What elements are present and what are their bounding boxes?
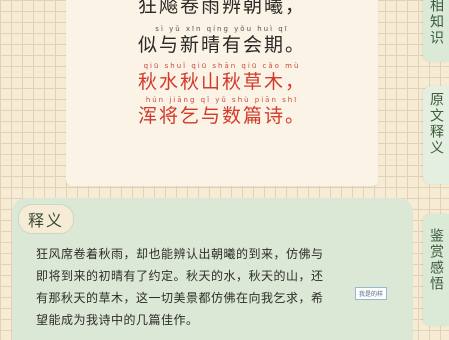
poem-line-text: 似与新晴有会期。 xyxy=(137,34,306,56)
explanation-line: 有那秋天的草木，这一切美景都仿佛在向我乞求，希 xyxy=(36,291,324,305)
watermark-label: 我是的样 xyxy=(355,287,388,300)
poem-line-3: qiū shuǐ qiū shān qiū cǎo mù 秋水秋山秋草木， xyxy=(66,62,378,93)
poem-line-2: sì yǔ xīn qíng yǒu huì qī 似与新晴有会期。 xyxy=(66,25,378,56)
tab-related-knowledge[interactable]: 相知识 xyxy=(423,0,449,62)
poem-line-pinyin: hún jiāng qǐ yǔ shù piān shī xyxy=(145,96,299,104)
explanation-title-badge: 释义 xyxy=(18,204,74,234)
poem-line-pinyin: qiū shuǐ qiū shān qiū cǎo mù xyxy=(143,62,301,70)
explanation-line: 狂风席卷着秋雨，却也能辨认出朝曦的到来，仿佛与 xyxy=(36,247,324,261)
explanation-text: 狂风席卷着秋雨，却也能辨认出朝曦的到来，仿佛与 即将到来的初晴有了约定。秋天的水… xyxy=(36,243,396,331)
tab-label: 原文释义 xyxy=(428,92,444,156)
poem-line-text: 浑将乞与数篇诗。 xyxy=(137,105,306,127)
poem-line-text: 秋水秋山秋草木， xyxy=(137,71,306,93)
tab-original-text[interactable]: 原文释义 xyxy=(423,86,449,184)
poem-line-pinyin: sì yǔ xīn qíng yǒu huì qī xyxy=(155,25,289,33)
tab-appreciation[interactable]: 鉴赏感悟 xyxy=(423,214,449,326)
poem-line-1: 狂飚卷雨辨朝曦， xyxy=(66,0,378,17)
tab-label: 鉴赏感悟 xyxy=(428,228,444,292)
poem-line-text: 狂飚卷雨辨朝曦， xyxy=(137,0,306,17)
explanation-line: 望能成为我诗中的几篇佳作。 xyxy=(36,313,199,327)
poem-card: 狂飚卷雨辨朝曦， sì yǔ xīn qíng yǒu huì qī 似与新晴有… xyxy=(66,0,378,186)
poem-line-4: hún jiāng qǐ yǔ shù piān shī 浑将乞与数篇诗。 xyxy=(66,96,378,127)
side-tabs: 相知识 原文释义 鉴赏感悟 xyxy=(423,0,449,340)
tab-label: 相知识 xyxy=(428,0,444,46)
explanation-line: 即将到来的初晴有了约定。秋天的水，秋天的山，还 xyxy=(36,269,324,283)
